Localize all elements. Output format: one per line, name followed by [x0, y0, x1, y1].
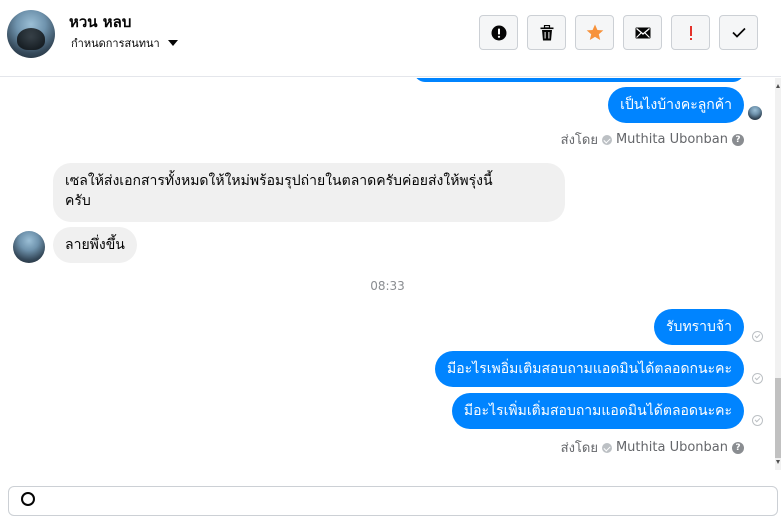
help-icon[interactable]: ?	[732, 441, 744, 454]
seen-avatar	[748, 106, 762, 120]
alert-circle-icon	[491, 25, 506, 40]
message-bubble-outgoing[interactable]: รับทราบจ้า	[654, 309, 744, 345]
sent-by-info: ส่งโดย Muthita Ubonban ?	[561, 437, 744, 458]
exclamation-icon	[689, 25, 692, 40]
scrollbar[interactable]	[775, 78, 781, 470]
scrollbar-thumb[interactable]	[775, 378, 781, 458]
mark-unread-button[interactable]	[623, 15, 662, 50]
check-icon	[731, 27, 746, 38]
trash-icon	[540, 24, 553, 40]
message-timestamp: 08:33	[370, 279, 405, 293]
star-icon	[586, 24, 603, 40]
contact-avatar-small[interactable]	[13, 231, 45, 263]
message-bubble-partial[interactable]	[414, 78, 744, 82]
spam-button[interactable]	[479, 15, 518, 50]
message-text-line: ครับ	[65, 193, 91, 209]
conversation-header: หวน หลบ กำหนดการสนทนา	[0, 0, 781, 77]
contact-avatar[interactable]	[7, 10, 55, 58]
star-button[interactable]	[575, 15, 614, 50]
delivered-check-icon	[752, 373, 763, 384]
scroll-down-icon[interactable]	[776, 460, 780, 464]
sent-by-info: ส่งโดย Muthita Ubonban ?	[561, 129, 744, 150]
verified-check-icon	[601, 134, 612, 145]
help-icon[interactable]: ?	[732, 133, 744, 146]
delivered-check-icon	[752, 331, 763, 342]
message-bubble-outgoing[interactable]: เป็นไงบ้างคะลูกค้า	[608, 87, 744, 123]
contact-name[interactable]: หวน หลบ	[69, 10, 131, 34]
scroll-up-icon[interactable]	[776, 84, 780, 88]
message-bubble-outgoing[interactable]: มีอะไรเพิ่มเติ่มสอบถามแอดมินได้ตลอดนะคะ	[451, 393, 744, 429]
sent-by-label: ส่งโดย	[560, 441, 598, 456]
envelope-icon	[635, 27, 650, 38]
message-thread: เป็นไงบ้างคะลูกค้า ส่งโดย Muthita Ubonba…	[0, 78, 775, 487]
delivered-check-icon	[752, 415, 763, 426]
important-button[interactable]	[671, 15, 710, 50]
sent-by-agent[interactable]: Muthita Ubonban	[616, 132, 728, 147]
sent-by-agent[interactable]: Muthita Ubonban	[616, 440, 728, 455]
emoji-icon[interactable]	[21, 492, 35, 506]
done-button[interactable]	[719, 15, 758, 50]
message-bubble-incoming[interactable]: ลายพึ่งขึ้น	[53, 227, 137, 263]
assign-conversation-dropdown[interactable]: กำหนดการสนทนา	[71, 34, 178, 52]
message-text-line: เซลให้ส่งเอกสารทั้งหมดให้ใหม่พร้อมรุปถ่า…	[65, 173, 493, 189]
delete-button[interactable]	[527, 15, 566, 50]
assign-conversation-label: กำหนดการสนทนา	[71, 37, 160, 50]
chevron-down-icon	[167, 40, 178, 46]
message-composer[interactable]	[8, 486, 778, 516]
verified-check-icon	[601, 442, 612, 453]
message-bubble-incoming[interactable]: เซลให้ส่งเอกสารทั้งหมดให้ใหม่พร้อมรุปถ่า…	[53, 163, 565, 222]
sent-by-label: ส่งโดย	[560, 133, 598, 148]
message-bubble-outgoing[interactable]: มีอะไรเพอิ่มเติมสอบถามแอดมินได้ตลอดกนะคะ	[435, 351, 744, 387]
